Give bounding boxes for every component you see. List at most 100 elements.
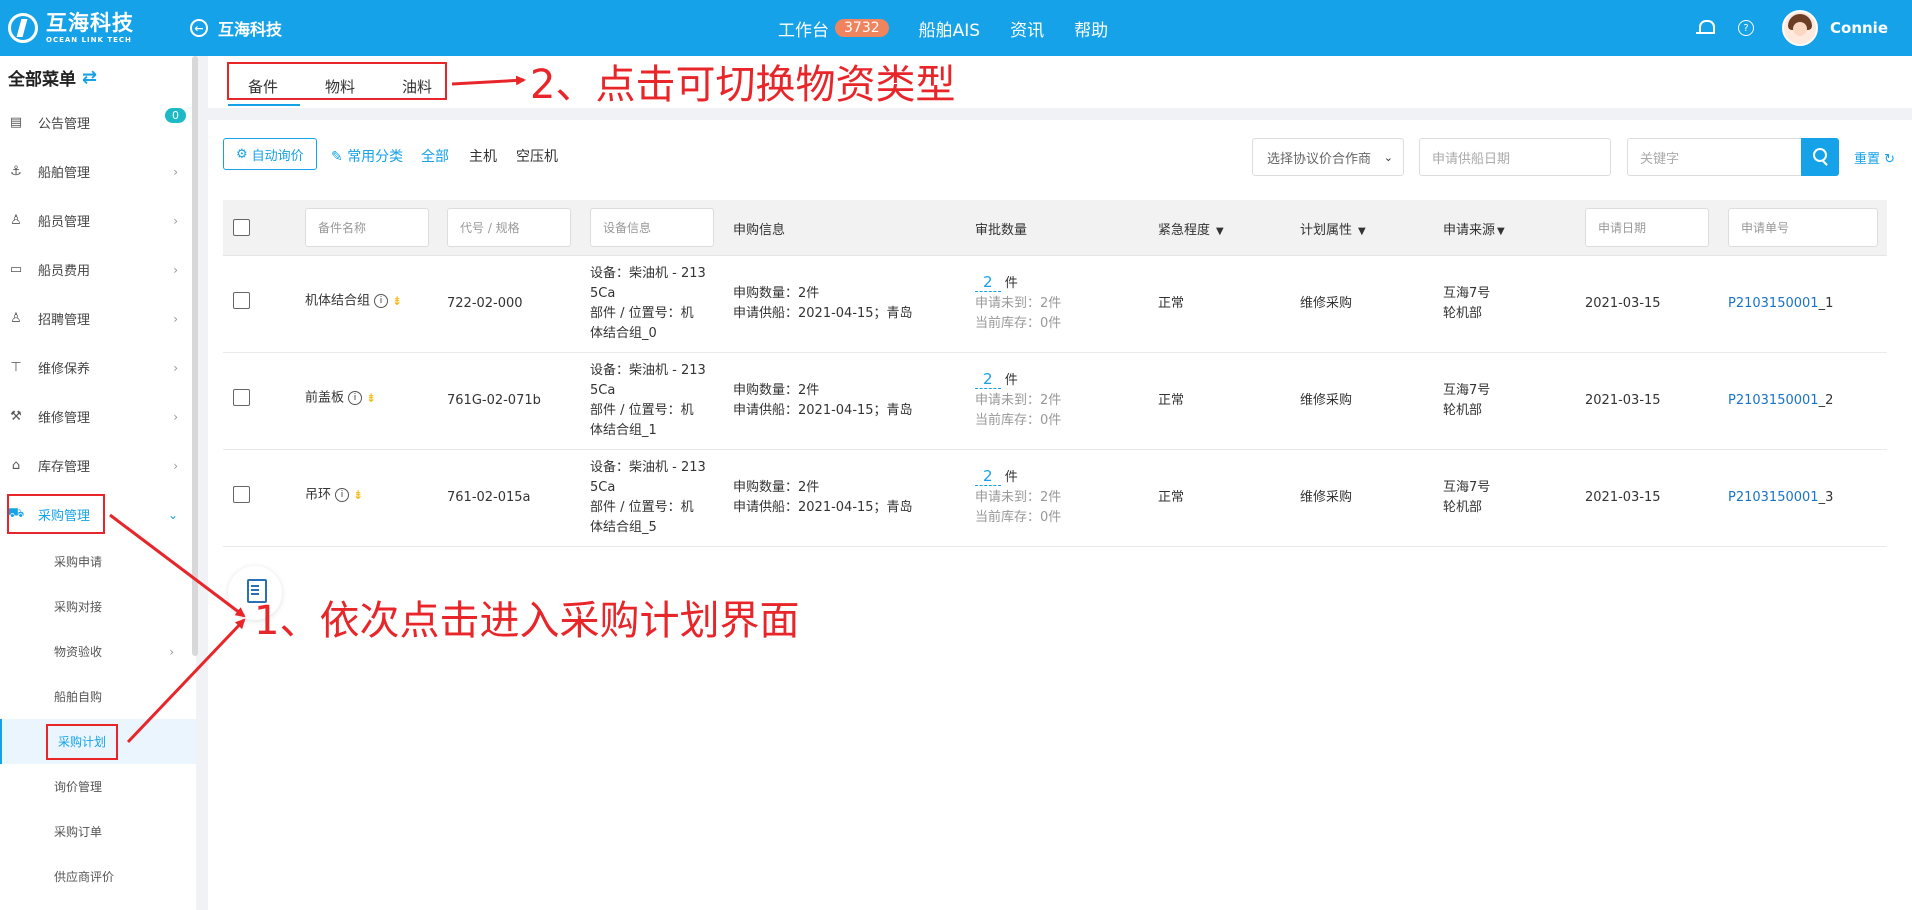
apply-no-link[interactable]: P2103150001 <box>1728 393 1819 408</box>
sidebar-item-label: 维修保养 <box>38 362 91 377</box>
sidebar-item-recruitment[interactable]: ♙ 招聘管理 › <box>0 294 196 343</box>
urgency-cell: 正常 <box>1158 393 1185 408</box>
apply-date-cell: 2021-03-15 <box>1585 393 1661 408</box>
auto-inquiry-button[interactable]: ⚙ 自动询价 <box>223 138 317 170</box>
nav-workbench[interactable]: 工作台 3732 <box>778 16 889 41</box>
not-arrived: 申请未到：2件 <box>975 490 1062 505</box>
category-all[interactable]: 全部 <box>421 146 449 166</box>
info-icon[interactable]: i <box>348 391 363 405</box>
back-button[interactable]: ← 互海科技 <box>190 16 282 40</box>
part-name: 前盖板 <box>305 390 345 406</box>
approve-qty-cell: 2 件 申请未到：2件 当前库存：0件 <box>975 466 1061 528</box>
sidebar-sub-inquiry-management[interactable]: 询价管理 <box>0 764 196 809</box>
swap-icon[interactable]: ⇄ <box>82 67 97 88</box>
approve-qty-value[interactable]: 2 <box>975 370 1001 389</box>
urgency-cell: 正常 <box>1158 490 1185 505</box>
brush-icon: ⊤ <box>10 360 22 375</box>
search-button[interactable] <box>1801 138 1839 176</box>
sidebar-sub-purchase-docking[interactable]: 采购对接 <box>0 584 196 629</box>
row-checkbox[interactable] <box>233 292 250 309</box>
back-arrow-icon: ← <box>190 19 208 37</box>
sidebar-sub-goods-acceptance[interactable]: 物资验收 › <box>0 629 196 674</box>
sidebar-sub-supplier-review[interactable]: 供应商评价 <box>0 854 196 899</box>
sidebar-item-inventory[interactable]: ⌂ 库存管理 › <box>0 441 196 490</box>
annotation-step-2: 2、点击可切换物资类型 <box>530 62 956 108</box>
part-name-filter[interactable]: 备件名称 <box>305 208 429 247</box>
sidebar-sub-label: 物资验收 <box>54 645 103 659</box>
sidebar-item-label: 招聘管理 <box>38 313 91 328</box>
common-category-link[interactable]: ✎ 常用分类 <box>331 146 403 166</box>
category-main-engine[interactable]: 主机 <box>469 146 497 166</box>
sidebar-item-label: 库存管理 <box>38 460 91 475</box>
row-checkbox[interactable] <box>233 486 250 503</box>
source-dept: 轮机部 <box>1443 403 1483 418</box>
apply-no-suffix: _3 <box>1818 490 1834 505</box>
category-air-compressor[interactable]: 空压机 <box>516 146 558 166</box>
header-source[interactable]: 申请来源 ▼ <box>1443 219 1505 238</box>
sidebar-sub-purchase-request[interactable]: 采购申请 <box>0 539 196 584</box>
nav-help[interactable]: 帮助 <box>1074 16 1108 41</box>
import-icon[interactable]: ⇟ <box>392 294 402 308</box>
approve-qty-value[interactable]: 2 <box>975 467 1001 486</box>
sidebar-item-crew-expenses[interactable]: ▭ 船员费用 › <box>0 245 196 294</box>
import-icon[interactable]: ⇟ <box>366 391 376 405</box>
avatar[interactable] <box>1782 10 1818 46</box>
info-icon[interactable]: i <box>335 488 350 502</box>
header-source-label: 申请来源 <box>1443 223 1496 238</box>
caret-down-icon: ▼ <box>1497 226 1505 237</box>
approve-qty-unit: 件 <box>1004 470 1018 485</box>
apply-no-link[interactable]: P2103150001 <box>1728 490 1819 505</box>
nav-news[interactable]: 资讯 <box>1010 16 1044 41</box>
wallet-icon: ▭ <box>9 262 23 277</box>
procurement-highlight-box <box>7 494 105 534</box>
code-spec-filter[interactable]: 代号 / 规格 <box>447 208 571 247</box>
select-all-checkbox[interactable] <box>233 219 250 236</box>
sidebar-item-label: 船员管理 <box>38 215 91 230</box>
info-icon[interactable]: i <box>374 294 389 308</box>
reset-button[interactable]: 重置 ↻ <box>1854 148 1895 167</box>
purchase-info-cell: 申购数量：2件 申请供船：2021-04-15；青岛 <box>733 284 913 324</box>
source-ship: 互海7号 <box>1443 383 1491 398</box>
sidebar-item-maintenance[interactable]: ⊤ 维修保养 › <box>0 343 196 392</box>
sidebar-item-repair[interactable]: ⚒ 维修管理 › <box>0 392 196 441</box>
header-urgency[interactable]: 紧急程度 ▼ <box>1158 219 1224 238</box>
apply-no-suffix: _2 <box>1818 393 1834 408</box>
purchase-qty: 申购数量：2件 <box>733 383 820 398</box>
header-urgency-label: 紧急程度 <box>1158 223 1211 238</box>
sidebar-item-ship-management[interactable]: ⚓ 船舶管理 › <box>0 147 196 196</box>
question-icon[interactable]: ? <box>1738 20 1754 36</box>
apply-no-filter[interactable]: 申请单号 <box>1728 208 1878 247</box>
part-name: 机体结合组 <box>305 293 371 309</box>
sidebar-item-label: 公告管理 <box>38 117 91 132</box>
sidebar-item-crew-management[interactable]: ♙ 船员管理 › <box>0 196 196 245</box>
partner-select[interactable]: 选择协议价合作商 ⌄ <box>1252 138 1404 176</box>
keyword-input[interactable]: 关键字 <box>1627 138 1801 176</box>
import-icon[interactable]: ⇟ <box>353 488 363 502</box>
apply-date-cell: 2021-03-15 <box>1585 296 1661 311</box>
sidebar-sub-purchase-order[interactable]: 采购订单 <box>0 809 196 854</box>
equipment-line: 设备：柴油机 - 213 <box>590 363 706 378</box>
source-cell: 互海7号 轮机部 <box>1443 381 1490 421</box>
auto-inquiry-label: 自动询价 <box>251 148 304 164</box>
header-plan-attr[interactable]: 计划属性 ▼ <box>1300 219 1366 238</box>
sidebar-sub-ship-self-purchase[interactable]: 船舶自购 <box>0 674 196 719</box>
equipment-filter[interactable]: 设备信息 <box>590 208 714 247</box>
announcement-count-badge: 0 <box>165 108 186 123</box>
refresh-icon: ↻ <box>1884 152 1896 167</box>
apply-no-cell: P2103150001_2 <box>1728 391 1833 411</box>
logo[interactable]: 互海科技 OCEAN LINK TECH <box>0 12 190 44</box>
common-category-label: 常用分类 <box>347 149 404 165</box>
apply-date-filter[interactable]: 申请日期 <box>1585 208 1709 247</box>
username[interactable]: Connie <box>1830 19 1888 37</box>
nav-ship-ais[interactable]: 船舶AIS <box>919 16 980 41</box>
sidebar-scrollbar[interactable] <box>192 56 198 656</box>
apply-no-link[interactable]: P2103150001 <box>1728 296 1819 311</box>
supply-date-input[interactable]: 申请供船日期 <box>1419 138 1611 176</box>
approve-qty-cell: 2 件 申请未到：2件 当前库存：0件 <box>975 369 1061 431</box>
approve-qty-value[interactable]: 2 <box>975 273 1001 292</box>
bell-icon[interactable] <box>1696 18 1716 38</box>
equipment-line: 体结合组_1 <box>590 423 657 438</box>
sidebar-item-announcements[interactable]: ▤ 公告管理 0 <box>0 98 196 147</box>
code-cell: 761G-02-071b <box>447 393 541 408</box>
row-checkbox[interactable] <box>233 389 250 406</box>
